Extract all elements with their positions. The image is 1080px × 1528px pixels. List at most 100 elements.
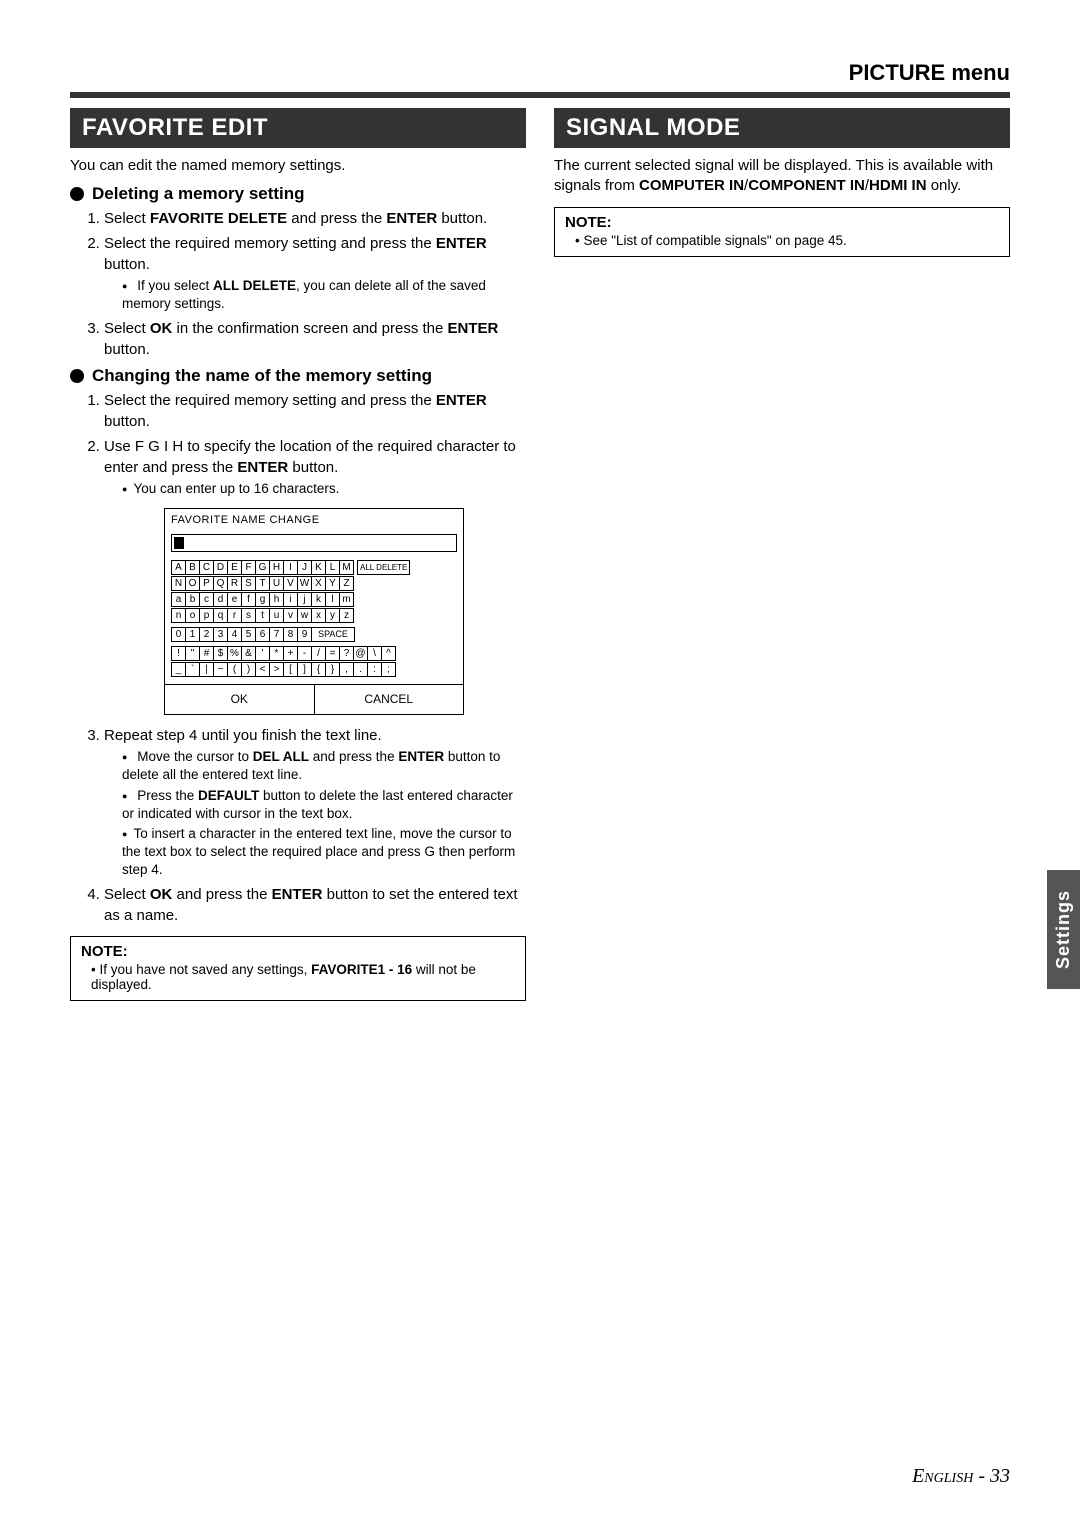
osd-key: y — [325, 608, 340, 623]
osd-keyboard-figure: FAVORITE NAME CHANGE ABCDEFGHIJKLMALL DE… — [164, 508, 464, 715]
osd-cursor — [174, 537, 184, 549]
rename-step-3-sub1: Move the cursor to DEL ALL and press the… — [122, 748, 526, 784]
osd-key: Q — [213, 576, 228, 591]
rename-step-2: Use F G I H to specify the location of t… — [104, 436, 526, 715]
osd-textbox — [171, 534, 457, 552]
osd-key: ? — [339, 646, 354, 661]
osd-key: o — [185, 608, 200, 623]
osd-key: [ — [283, 662, 298, 677]
osd-key: b — [185, 592, 200, 607]
osd-key: C — [199, 560, 214, 575]
osd-key: M — [339, 560, 354, 575]
section-favorite-edit: FAVORITE EDIT — [70, 108, 526, 148]
section-signal-mode: SIGNAL MODE — [554, 108, 1010, 148]
osd-key: { — [311, 662, 326, 677]
footer-page-number: 33 — [990, 1465, 1010, 1487]
osd-key: n — [171, 608, 186, 623]
page-header-title: PICTURE menu — [70, 60, 1010, 86]
osd-key: + — [283, 646, 298, 661]
subheading-delete: Deleting a memory setting — [70, 184, 526, 204]
note-title: NOTE: — [81, 943, 515, 960]
osd-ok-button: OK — [165, 685, 314, 714]
favorite-edit-intro: You can edit the named memory settings. — [70, 156, 526, 176]
osd-key: R — [227, 576, 242, 591]
osd-key: W — [297, 576, 312, 591]
rename-step-3-sub3: To insert a character in the entered tex… — [122, 825, 526, 880]
osd-key: 5 — [241, 627, 256, 642]
subheading-rename: Changing the name of the memory setting — [70, 366, 526, 386]
osd-key: O — [185, 576, 200, 591]
osd-key: H — [269, 560, 284, 575]
osd-key: ` — [185, 662, 200, 677]
osd-key: > — [269, 662, 284, 677]
side-tab-settings: Settings — [1047, 870, 1080, 989]
osd-key: N — [171, 576, 186, 591]
page-footer: English - 33 — [912, 1465, 1010, 1488]
osd-key: x — [311, 608, 326, 623]
osd-key: 6 — [255, 627, 270, 642]
osd-space-key: SPACE — [311, 627, 355, 642]
right-column: SIGNAL MODE The current selected signal … — [554, 108, 1010, 1001]
rename-step-2-sub: You can enter up to 16 characters. — [122, 480, 526, 498]
osd-key: A — [171, 560, 186, 575]
left-column: FAVORITE EDIT You can edit the named mem… — [70, 108, 526, 1001]
osd-key: a — [171, 592, 186, 607]
footer-sep: - — [973, 1465, 990, 1487]
osd-key: j — [297, 592, 312, 607]
osd-key: K — [311, 560, 326, 575]
rename-step-1: Select the required memory setting and p… — [104, 390, 526, 432]
right-note-box: NOTE: See "List of compatible signals" o… — [554, 207, 1010, 257]
osd-key: ^ — [381, 646, 396, 661]
delete-step-2-sub: If you select ALL DELETE, you can delete… — [122, 277, 526, 313]
osd-key: F — [241, 560, 256, 575]
osd-key: e — [227, 592, 242, 607]
osd-key: h — [269, 592, 284, 607]
osd-key: ] — [297, 662, 312, 677]
delete-step-1: Select FAVORITE DELETE and press the ENT… — [104, 208, 526, 229]
subheading-rename-text: Changing the name of the memory setting — [92, 366, 432, 386]
osd-key: / — [311, 646, 326, 661]
subheading-delete-text: Deleting a memory setting — [92, 184, 305, 204]
osd-key: ! — [171, 646, 186, 661]
left-note-box: NOTE: If you have not saved any settings… — [70, 936, 526, 1001]
osd-key: p — [199, 608, 214, 623]
osd-key: ) — [241, 662, 256, 677]
osd-key: m — [339, 592, 354, 607]
footer-language: English — [912, 1465, 973, 1487]
osd-key: c — [199, 592, 214, 607]
osd-key: Y — [325, 576, 340, 591]
osd-key: # — [199, 646, 214, 661]
osd-all-delete: ALL DELETE — [357, 560, 410, 575]
osd-key: 9 — [297, 627, 312, 642]
osd-key: $ — [213, 646, 228, 661]
osd-key: : — [367, 662, 382, 677]
osd-grid: ABCDEFGHIJKLMALL DELETE NOPQRSTUVWXYZ ab… — [165, 558, 463, 684]
osd-key: V — [283, 576, 298, 591]
osd-key: 3 — [213, 627, 228, 642]
osd-key: ( — [227, 662, 242, 677]
osd-key: 0 — [171, 627, 186, 642]
osd-key: 2 — [199, 627, 214, 642]
osd-key: U — [269, 576, 284, 591]
osd-key: & — [241, 646, 256, 661]
osd-key: v — [283, 608, 298, 623]
osd-key: } — [325, 662, 340, 677]
rename-step-4: Select OK and press the ENTER button to … — [104, 884, 526, 926]
osd-key: d — [213, 592, 228, 607]
osd-key: - — [297, 646, 312, 661]
osd-key: _ — [171, 662, 186, 677]
osd-key: L — [325, 560, 340, 575]
osd-key: I — [283, 560, 298, 575]
osd-key: B — [185, 560, 200, 575]
osd-key: X — [311, 576, 326, 591]
osd-key: u — [269, 608, 284, 623]
osd-key: , — [339, 662, 354, 677]
bullet-icon — [70, 369, 84, 383]
delete-step-2: Select the required memory setting and p… — [104, 233, 526, 313]
osd-key: T — [255, 576, 270, 591]
header-rule — [70, 92, 1010, 98]
osd-key: ; — [381, 662, 396, 677]
osd-key: r — [227, 608, 242, 623]
osd-key: | — [199, 662, 214, 677]
right-note-item: See "List of compatible signals" on page… — [575, 233, 999, 248]
